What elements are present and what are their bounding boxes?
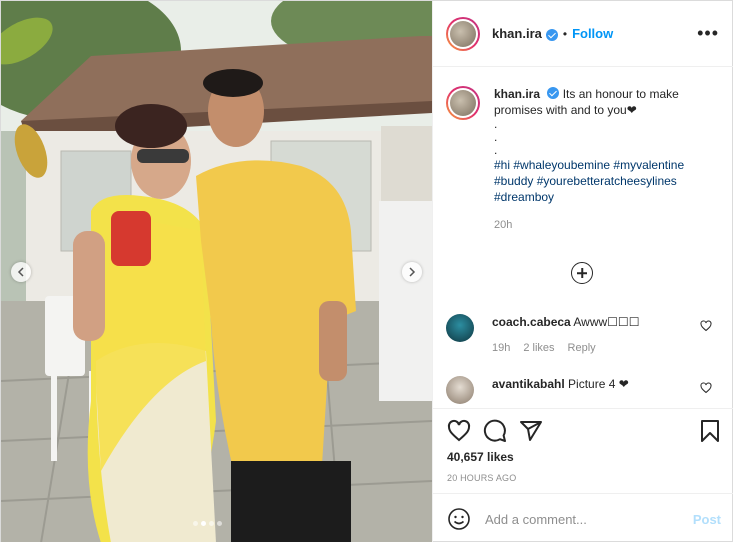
bookmark-icon[interactable] (698, 419, 722, 443)
load-more-comments-button[interactable] (571, 262, 593, 284)
carousel-dots (193, 521, 222, 526)
comment-text: Awww☐☐☐ (573, 315, 640, 329)
avatar[interactable] (446, 16, 480, 51)
carousel-dot-active (201, 521, 206, 526)
follow-button[interactable]: Follow (572, 26, 613, 41)
comment-like-heart-icon[interactable] (700, 320, 712, 332)
verified-badge-icon (545, 28, 558, 41)
like-heart-icon[interactable] (447, 419, 471, 443)
more-options-icon[interactable]: ••• (697, 23, 719, 44)
share-send-icon[interactable] (519, 419, 543, 443)
caption: khan.ira Its an honour to make promises … (446, 86, 726, 233)
caption-time[interactable]: 20h (494, 217, 719, 233)
post-photo[interactable] (1, 1, 432, 542)
reply-button[interactable]: Reply (568, 340, 596, 356)
carousel-dot (217, 521, 222, 526)
comment-avatar[interactable] (446, 314, 474, 342)
carousel-dot (209, 521, 214, 526)
comment-item: coach.cabeca Awww☐☐☐ 19h 2 likes Reply (446, 314, 726, 356)
header-username[interactable]: khan.ira (492, 26, 542, 41)
comment-username[interactable]: avantikabahl (492, 377, 565, 391)
comment-bubble-icon[interactable] (483, 419, 507, 443)
caption-dot: . (494, 130, 498, 144)
carousel-next-button[interactable] (402, 262, 422, 282)
comment-avatar[interactable] (446, 376, 474, 404)
caption-dot: . (494, 143, 498, 157)
post-comment-button[interactable]: Post (693, 512, 721, 527)
comment-likes[interactable]: 2 likes (523, 340, 554, 356)
post-side-panel: khan.ira • Follow ••• khan.ira Its an ho… (432, 1, 733, 542)
comment-composer: Post (433, 493, 733, 542)
carousel-prev-button[interactable] (11, 262, 31, 282)
comment-username[interactable]: coach.cabeca (492, 315, 571, 329)
emoji-smiley-icon[interactable] (447, 507, 471, 531)
caption-dot: . (494, 117, 498, 131)
post-header: khan.ira • Follow ••• (433, 1, 733, 67)
photo-illustration (1, 1, 432, 542)
caption-hashtags[interactable]: #hi #whaleyoubemine #myvalentine #buddy … (494, 157, 719, 205)
chevron-right-icon (409, 267, 416, 277)
verified-badge-icon (547, 87, 560, 99)
caption-username[interactable]: khan.ira (494, 87, 540, 101)
likes-count[interactable]: 40,657 likes (447, 450, 514, 464)
comment-time[interactable]: 19h (492, 340, 510, 356)
comment-item: avantikabahl Picture 4 ❤ (446, 376, 726, 404)
instagram-post: khan.ira • Follow ••• khan.ira Its an ho… (0, 0, 733, 542)
post-timestamp[interactable]: 20 HOURS AGO (447, 473, 516, 483)
comments-section[interactable]: khan.ira Its an honour to make promises … (433, 68, 733, 408)
post-actions: 40,657 likes 20 HOURS AGO Post (433, 408, 733, 542)
header-separator: • (562, 26, 568, 41)
comment-like-heart-icon[interactable] (700, 382, 712, 394)
comment-text: Picture 4 ❤ (568, 377, 629, 391)
caption-avatar[interactable] (446, 86, 480, 120)
chevron-left-icon (17, 267, 24, 277)
carousel-dot (193, 521, 198, 526)
comment-input[interactable] (485, 511, 685, 527)
